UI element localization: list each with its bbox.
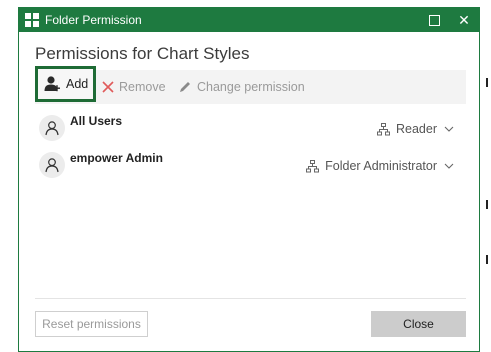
footer-divider: [35, 298, 466, 299]
user-name: empower Admin: [70, 151, 163, 165]
app-icon: [25, 13, 39, 27]
add-button[interactable]: Add: [35, 66, 96, 102]
person-icon: [45, 158, 59, 173]
hierarchy-icon: [306, 159, 320, 172]
background-window-edge: [480, 0, 491, 352]
window-title: Folder Permission: [45, 13, 142, 27]
background-mark: [486, 255, 488, 264]
person-icon: [45, 121, 59, 136]
chevron-down-icon: [444, 126, 454, 132]
remove-button[interactable]: Remove: [102, 70, 166, 104]
role-label: Folder Administrator: [325, 159, 437, 173]
folder-permission-dialog: Folder Permission ✕ Permissions for Char…: [18, 7, 480, 352]
change-permission-button[interactable]: Change permission: [178, 70, 305, 104]
role-label: Reader: [396, 122, 437, 136]
title-bar[interactable]: Folder Permission ✕: [19, 8, 479, 32]
add-label: Add: [66, 77, 89, 91]
role-dropdown[interactable]: Reader: [377, 122, 460, 136]
change-permission-label: Change permission: [197, 80, 305, 94]
avatar: [39, 115, 65, 141]
permission-toolbar: Add Remove Change permission: [35, 66, 466, 104]
pencil-icon: [180, 82, 190, 92]
user-row[interactable]: empower Admin Folder Administrator: [35, 149, 466, 179]
maximize-icon: [428, 14, 440, 26]
close-icon: ✕: [458, 11, 470, 28]
background-strip: [0, 0, 491, 7]
maximize-button[interactable]: [419, 8, 449, 32]
add-user-icon: [44, 76, 60, 92]
user-name: All Users: [70, 114, 123, 128]
chevron-down-icon: [444, 163, 454, 169]
reset-permissions-button[interactable]: Reset permissions: [35, 311, 148, 337]
background-mark: [486, 200, 488, 209]
close-window-button[interactable]: ✕: [449, 8, 479, 32]
avatar: [39, 152, 65, 178]
role-dropdown[interactable]: Folder Administrator: [306, 159, 460, 173]
hierarchy-icon: [377, 122, 390, 135]
page-title: Permissions for Chart Styles: [35, 44, 250, 63]
background-mark: [486, 78, 488, 87]
remove-icon: [102, 81, 114, 93]
remove-label: Remove: [119, 80, 166, 94]
user-row[interactable]: All Users Reader: [35, 112, 466, 142]
close-button[interactable]: Close: [371, 311, 466, 337]
